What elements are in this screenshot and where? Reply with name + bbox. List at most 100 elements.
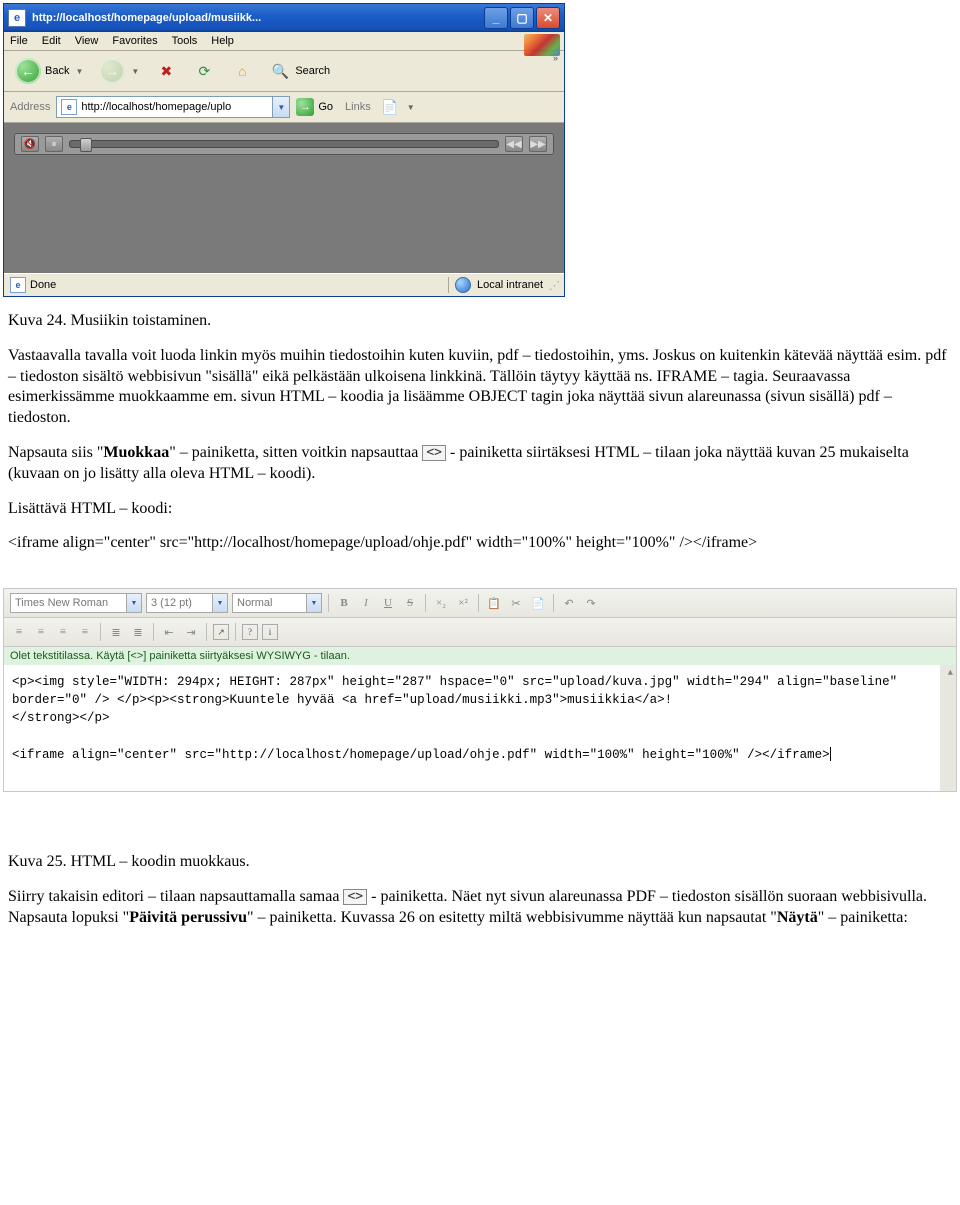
chevron-down-icon: ▼ bbox=[212, 594, 227, 612]
code-toggle-icon: <> bbox=[343, 889, 367, 905]
pause-button[interactable]: ⏸ bbox=[45, 136, 63, 152]
forward-arrow-icon: → bbox=[99, 58, 125, 84]
italic-button[interactable]: I bbox=[357, 594, 375, 612]
fullscreen-button[interactable]: ↗ bbox=[213, 624, 229, 640]
style-dropdown[interactable]: Normal▼ bbox=[232, 593, 322, 613]
home-button[interactable]: ⌂ bbox=[226, 57, 258, 85]
address-dropdown-icon[interactable]: ▼ bbox=[272, 97, 289, 117]
maximize-button[interactable]: ▢ bbox=[510, 7, 534, 29]
back-arrow-icon: ← bbox=[15, 58, 41, 84]
chevron-down-icon: ▼ bbox=[131, 67, 139, 76]
links-label: Links bbox=[345, 101, 371, 113]
separator bbox=[425, 594, 426, 612]
forward-button[interactable]: → ▼ bbox=[94, 55, 144, 87]
mute-button[interactable]: 🔇 bbox=[21, 136, 39, 152]
seek-thumb[interactable] bbox=[80, 138, 92, 152]
menu-favorites[interactable]: Favorites bbox=[112, 35, 157, 47]
editor-format-row: Times New Roman▼ 3 (12 pt)▼ Normal▼ B I … bbox=[4, 589, 956, 618]
bold-button[interactable]: B bbox=[335, 594, 353, 612]
pdf-icon[interactable]: 📄 bbox=[381, 98, 399, 116]
next-button[interactable]: ▶▶ bbox=[529, 136, 547, 152]
separator bbox=[235, 623, 236, 641]
info-button[interactable]: i bbox=[262, 624, 278, 640]
chevron-down-icon: ▼ bbox=[407, 103, 415, 112]
separator bbox=[478, 594, 479, 612]
separator bbox=[100, 623, 101, 641]
menu-tools[interactable]: Tools bbox=[172, 35, 198, 47]
chevron-down-icon: ▼ bbox=[75, 67, 83, 76]
separator bbox=[206, 623, 207, 641]
resize-grip-icon[interactable]: ⋰ bbox=[549, 279, 558, 292]
align-right-button[interactable]: ≡ bbox=[54, 623, 72, 641]
minimize-button[interactable]: _ bbox=[484, 7, 508, 29]
ie-menubar: File Edit View Favorites Tools Help bbox=[4, 32, 564, 51]
underline-button[interactable]: U bbox=[379, 594, 397, 612]
address-input[interactable]: e http://localhost/homepage/uplo ▼ bbox=[56, 96, 290, 118]
toolbar-overflow-icon[interactable]: » bbox=[553, 53, 558, 63]
search-button[interactable]: 🔍 Search bbox=[264, 57, 335, 85]
close-button[interactable]: ✕ bbox=[536, 7, 560, 29]
paragraph-5: Siirry takaisin editori – tilaan napsaut… bbox=[8, 887, 952, 929]
stop-icon: ✖ bbox=[155, 60, 177, 82]
outdent-button[interactable]: ⇤ bbox=[160, 623, 178, 641]
chevron-down-icon: ▼ bbox=[306, 594, 321, 612]
code-snippet: <iframe align="center" src="http://local… bbox=[8, 533, 952, 554]
help-button[interactable]: ? bbox=[242, 624, 258, 640]
zone-icon bbox=[455, 277, 471, 293]
address-label: Address bbox=[10, 101, 50, 113]
undo-button[interactable]: ↶ bbox=[560, 594, 578, 612]
go-button[interactable]: → Go bbox=[296, 98, 333, 116]
figure24-caption: Kuva 24. Musiikin toistaminen. bbox=[8, 311, 952, 332]
text-cursor bbox=[830, 747, 831, 761]
code-line-3: <iframe align="center" src="http://local… bbox=[12, 748, 830, 762]
status-text: Done bbox=[30, 279, 56, 291]
align-justify-button[interactable]: ≡ bbox=[76, 623, 94, 641]
home-icon: ⌂ bbox=[231, 60, 253, 82]
stop-button[interactable]: ✖ bbox=[150, 57, 182, 85]
menu-view[interactable]: View bbox=[75, 35, 99, 47]
editor-mode-info: Olet tekstitilassa. Käytä [<>] painikett… bbox=[4, 647, 956, 665]
code-toggle-icon: <> bbox=[422, 445, 446, 461]
unordered-list-button[interactable]: ≣ bbox=[129, 623, 147, 641]
align-left-button[interactable]: ≡ bbox=[10, 623, 28, 641]
search-icon: 🔍 bbox=[269, 60, 291, 82]
paragraph-1: Vastaavalla tavalla voit luoda linkin my… bbox=[8, 346, 952, 429]
zone-text: Local intranet bbox=[477, 279, 543, 291]
redo-button[interactable]: ↷ bbox=[582, 594, 600, 612]
prev-button[interactable]: ◀◀ bbox=[505, 136, 523, 152]
indent-button[interactable]: ⇥ bbox=[182, 623, 200, 641]
size-dropdown[interactable]: 3 (12 pt)▼ bbox=[146, 593, 228, 613]
copy-button[interactable]: 📋 bbox=[485, 594, 503, 612]
ie-titlebar[interactable]: e http://localhost/homepage/upload/musii… bbox=[4, 4, 564, 32]
font-dropdown[interactable]: Times New Roman▼ bbox=[10, 593, 142, 613]
html-editor: Times New Roman▼ 3 (12 pt)▼ Normal▼ B I … bbox=[3, 588, 957, 792]
code-line-2: </strong></p> bbox=[12, 711, 110, 725]
ie-toolbar: ← Back ▼ → ▼ ✖ ⟳ ⌂ 🔍 Search » bbox=[4, 51, 564, 92]
back-button[interactable]: ← Back ▼ bbox=[10, 55, 88, 87]
strike-button[interactable]: S bbox=[401, 594, 419, 612]
paste-button[interactable]: 📄 bbox=[529, 594, 547, 612]
ie-page-icon: e bbox=[10, 277, 26, 293]
seek-track[interactable] bbox=[69, 140, 499, 148]
ie-page-icon: e bbox=[8, 9, 26, 27]
cut-button[interactable]: ✂ bbox=[507, 594, 525, 612]
document-body: Kuva 24. Musiikin toistaminen. Vastaaval… bbox=[0, 311, 960, 588]
align-center-button[interactable]: ≡ bbox=[32, 623, 50, 641]
paragraph-2: Napsauta siis "Muokkaa" – painiketta, si… bbox=[8, 443, 952, 485]
paragraph-3: Lisättävä HTML – koodi: bbox=[8, 499, 952, 520]
refresh-button[interactable]: ⟳ bbox=[188, 57, 220, 85]
subscript-button[interactable]: ×₂ bbox=[432, 594, 450, 612]
paivita-word: Päivitä perussivu bbox=[129, 909, 247, 926]
window-title: http://localhost/homepage/upload/musiikk… bbox=[32, 12, 484, 24]
go-label: Go bbox=[318, 101, 333, 113]
chevron-down-icon: ▼ bbox=[126, 594, 141, 612]
menu-edit[interactable]: Edit bbox=[42, 35, 61, 47]
code-line-1: <p><img style="WIDTH: 294px; HEIGHT: 287… bbox=[12, 675, 905, 707]
ie-window: e http://localhost/homepage/upload/musii… bbox=[3, 3, 565, 297]
menu-file[interactable]: File bbox=[10, 35, 28, 47]
superscript-button[interactable]: ×² bbox=[454, 594, 472, 612]
ordered-list-button[interactable]: ≣ bbox=[107, 623, 125, 641]
menu-help[interactable]: Help bbox=[211, 35, 234, 47]
editor-code-area[interactable]: <p><img style="WIDTH: 294px; HEIGHT: 287… bbox=[4, 665, 956, 791]
editor-align-row: ≡ ≡ ≡ ≡ ≣ ≣ ⇤ ⇥ ↗ ? i bbox=[4, 618, 956, 647]
